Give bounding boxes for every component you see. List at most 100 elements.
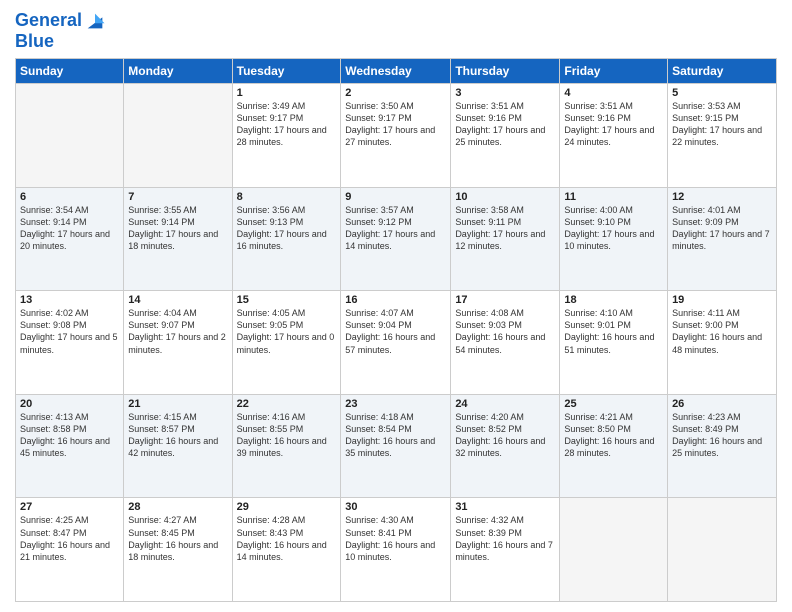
day-cell: 30Sunrise: 4:30 AMSunset: 8:41 PMDayligh… (341, 498, 451, 602)
weekday-header-thursday: Thursday (451, 59, 560, 84)
weekday-header-wednesday: Wednesday (341, 59, 451, 84)
day-cell: 16Sunrise: 4:07 AMSunset: 9:04 PMDayligh… (341, 291, 451, 395)
day-cell: 29Sunrise: 4:28 AMSunset: 8:43 PMDayligh… (232, 498, 341, 602)
day-number: 2 (345, 87, 446, 99)
weekday-header-monday: Monday (124, 59, 232, 84)
day-info: Sunrise: 4:28 AMSunset: 8:43 PMDaylight:… (237, 514, 337, 563)
day-cell: 26Sunrise: 4:23 AMSunset: 8:49 PMDayligh… (668, 394, 777, 498)
day-cell: 10Sunrise: 3:58 AMSunset: 9:11 PMDayligh… (451, 187, 560, 291)
day-info: Sunrise: 3:49 AMSunset: 9:17 PMDaylight:… (237, 100, 337, 149)
day-number: 14 (128, 294, 227, 306)
day-number: 20 (20, 398, 119, 410)
day-cell: 20Sunrise: 4:13 AMSunset: 8:58 PMDayligh… (16, 394, 124, 498)
day-info: Sunrise: 4:21 AMSunset: 8:50 PMDaylight:… (564, 411, 663, 460)
day-cell: 19Sunrise: 4:11 AMSunset: 9:00 PMDayligh… (668, 291, 777, 395)
calendar: SundayMondayTuesdayWednesdayThursdayFrid… (15, 58, 777, 602)
day-info: Sunrise: 4:23 AMSunset: 8:49 PMDaylight:… (672, 411, 772, 460)
day-number: 27 (20, 501, 119, 513)
day-number: 19 (672, 294, 772, 306)
day-number: 12 (672, 191, 772, 203)
day-info: Sunrise: 4:08 AMSunset: 9:03 PMDaylight:… (455, 307, 555, 356)
day-info: Sunrise: 3:53 AMSunset: 9:15 PMDaylight:… (672, 100, 772, 149)
day-info: Sunrise: 4:13 AMSunset: 8:58 PMDaylight:… (20, 411, 119, 460)
day-info: Sunrise: 4:20 AMSunset: 8:52 PMDaylight:… (455, 411, 555, 460)
day-cell: 23Sunrise: 4:18 AMSunset: 8:54 PMDayligh… (341, 394, 451, 498)
day-number: 4 (564, 87, 663, 99)
logo-blue: Blue (15, 32, 106, 50)
day-number: 7 (128, 191, 227, 203)
day-number: 29 (237, 501, 337, 513)
day-cell: 12Sunrise: 4:01 AMSunset: 9:09 PMDayligh… (668, 187, 777, 291)
weekday-header-tuesday: Tuesday (232, 59, 341, 84)
day-number: 13 (20, 294, 119, 306)
day-info: Sunrise: 4:30 AMSunset: 8:41 PMDaylight:… (345, 514, 446, 563)
day-number: 31 (455, 501, 555, 513)
weekday-header-friday: Friday (560, 59, 668, 84)
day-info: Sunrise: 4:07 AMSunset: 9:04 PMDaylight:… (345, 307, 446, 356)
day-number: 5 (672, 87, 772, 99)
day-cell: 8Sunrise: 3:56 AMSunset: 9:13 PMDaylight… (232, 187, 341, 291)
day-number: 15 (237, 294, 337, 306)
day-cell: 9Sunrise: 3:57 AMSunset: 9:12 PMDaylight… (341, 187, 451, 291)
day-info: Sunrise: 4:18 AMSunset: 8:54 PMDaylight:… (345, 411, 446, 460)
day-cell: 5Sunrise: 3:53 AMSunset: 9:15 PMDaylight… (668, 84, 777, 188)
day-cell: 4Sunrise: 3:51 AMSunset: 9:16 PMDaylight… (560, 84, 668, 188)
day-cell: 31Sunrise: 4:32 AMSunset: 8:39 PMDayligh… (451, 498, 560, 602)
logo-icon (84, 10, 106, 32)
day-cell: 11Sunrise: 4:00 AMSunset: 9:10 PMDayligh… (560, 187, 668, 291)
day-info: Sunrise: 4:27 AMSunset: 8:45 PMDaylight:… (128, 514, 227, 563)
day-cell (668, 498, 777, 602)
day-info: Sunrise: 4:11 AMSunset: 9:00 PMDaylight:… (672, 307, 772, 356)
day-cell: 25Sunrise: 4:21 AMSunset: 8:50 PMDayligh… (560, 394, 668, 498)
weekday-header-saturday: Saturday (668, 59, 777, 84)
weekday-header-sunday: Sunday (16, 59, 124, 84)
day-info: Sunrise: 4:00 AMSunset: 9:10 PMDaylight:… (564, 204, 663, 253)
day-number: 1 (237, 87, 337, 99)
day-info: Sunrise: 3:56 AMSunset: 9:13 PMDaylight:… (237, 204, 337, 253)
day-number: 25 (564, 398, 663, 410)
day-info: Sunrise: 4:02 AMSunset: 9:08 PMDaylight:… (20, 307, 119, 356)
day-cell: 15Sunrise: 4:05 AMSunset: 9:05 PMDayligh… (232, 291, 341, 395)
day-cell: 22Sunrise: 4:16 AMSunset: 8:55 PMDayligh… (232, 394, 341, 498)
day-info: Sunrise: 4:25 AMSunset: 8:47 PMDaylight:… (20, 514, 119, 563)
day-cell: 21Sunrise: 4:15 AMSunset: 8:57 PMDayligh… (124, 394, 232, 498)
day-info: Sunrise: 4:10 AMSunset: 9:01 PMDaylight:… (564, 307, 663, 356)
day-cell: 24Sunrise: 4:20 AMSunset: 8:52 PMDayligh… (451, 394, 560, 498)
day-cell: 6Sunrise: 3:54 AMSunset: 9:14 PMDaylight… (16, 187, 124, 291)
day-number: 23 (345, 398, 446, 410)
day-cell: 14Sunrise: 4:04 AMSunset: 9:07 PMDayligh… (124, 291, 232, 395)
weekday-header-row: SundayMondayTuesdayWednesdayThursdayFrid… (16, 59, 777, 84)
day-info: Sunrise: 3:51 AMSunset: 9:16 PMDaylight:… (455, 100, 555, 149)
day-number: 10 (455, 191, 555, 203)
logo: General Blue (15, 10, 106, 50)
day-number: 9 (345, 191, 446, 203)
day-cell (124, 84, 232, 188)
day-cell: 2Sunrise: 3:50 AMSunset: 9:17 PMDaylight… (341, 84, 451, 188)
day-number: 3 (455, 87, 555, 99)
day-info: Sunrise: 3:50 AMSunset: 9:17 PMDaylight:… (345, 100, 446, 149)
day-number: 8 (237, 191, 337, 203)
day-info: Sunrise: 3:58 AMSunset: 9:11 PMDaylight:… (455, 204, 555, 253)
day-info: Sunrise: 3:54 AMSunset: 9:14 PMDaylight:… (20, 204, 119, 253)
week-row-2: 6Sunrise: 3:54 AMSunset: 9:14 PMDaylight… (16, 187, 777, 291)
day-number: 17 (455, 294, 555, 306)
day-info: Sunrise: 4:01 AMSunset: 9:09 PMDaylight:… (672, 204, 772, 253)
week-row-5: 27Sunrise: 4:25 AMSunset: 8:47 PMDayligh… (16, 498, 777, 602)
week-row-3: 13Sunrise: 4:02 AMSunset: 9:08 PMDayligh… (16, 291, 777, 395)
day-number: 26 (672, 398, 772, 410)
day-number: 21 (128, 398, 227, 410)
day-info: Sunrise: 3:51 AMSunset: 9:16 PMDaylight:… (564, 100, 663, 149)
day-cell: 13Sunrise: 4:02 AMSunset: 9:08 PMDayligh… (16, 291, 124, 395)
day-cell (560, 498, 668, 602)
day-info: Sunrise: 3:55 AMSunset: 9:14 PMDaylight:… (128, 204, 227, 253)
day-info: Sunrise: 4:32 AMSunset: 8:39 PMDaylight:… (455, 514, 555, 563)
day-number: 30 (345, 501, 446, 513)
day-number: 28 (128, 501, 227, 513)
day-number: 11 (564, 191, 663, 203)
day-number: 18 (564, 294, 663, 306)
day-cell: 28Sunrise: 4:27 AMSunset: 8:45 PMDayligh… (124, 498, 232, 602)
day-number: 22 (237, 398, 337, 410)
day-cell: 18Sunrise: 4:10 AMSunset: 9:01 PMDayligh… (560, 291, 668, 395)
day-cell: 3Sunrise: 3:51 AMSunset: 9:16 PMDaylight… (451, 84, 560, 188)
day-cell (16, 84, 124, 188)
